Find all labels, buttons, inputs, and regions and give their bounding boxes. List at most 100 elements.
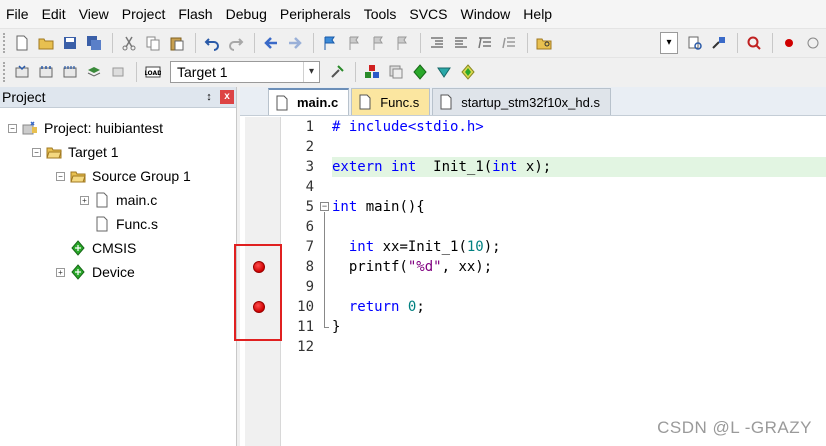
bookmark-clear-icon[interactable]: [391, 32, 413, 54]
toolbar-grip[interactable]: [3, 32, 7, 53]
code-editor[interactable]: 1 2 3 4 5 6 7 8 9 10 11 12 − # include<s…: [234, 117, 826, 446]
tab-label: startup_stm32f10x_hd.s: [461, 94, 600, 110]
collapse-icon[interactable]: −: [32, 147, 41, 157]
keyword: extern: [332, 159, 383, 175]
chevron-down-icon[interactable]: ▾: [303, 61, 319, 82]
rte-icon[interactable]: [457, 61, 479, 83]
tree-item-label: Project: huibiantest: [44, 120, 164, 136]
line-number: 9: [305, 279, 314, 295]
menu-peripherals[interactable]: Peripherals: [280, 6, 360, 22]
tree-item-device[interactable]: + Device: [0, 260, 236, 284]
target-options-icon[interactable]: [326, 61, 348, 83]
indent-icon[interactable]: [426, 32, 448, 54]
bookmark-icon[interactable]: [319, 32, 341, 54]
find-icon[interactable]: [684, 32, 706, 54]
file-extensions-icon[interactable]: [385, 61, 407, 83]
menu-project[interactable]: Project: [122, 6, 175, 22]
open-folder-button[interactable]: [35, 32, 57, 54]
panel-controls: ↕ x: [202, 90, 236, 104]
save-all-button[interactable]: [83, 32, 105, 54]
target-select[interactable]: Target 1 ▾: [170, 60, 320, 83]
keyword: return: [348, 299, 400, 315]
tree-item-target[interactable]: − Target 1: [0, 140, 236, 164]
comment-icon[interactable]: [474, 32, 496, 54]
pin-icon[interactable]: ↕: [202, 90, 216, 104]
download-load-icon[interactable]: LOAD: [142, 61, 164, 83]
nav-forward-icon[interactable]: [284, 32, 306, 54]
cut-button[interactable]: [118, 32, 140, 54]
tree-item-source-group[interactable]: − Source Group 1: [0, 164, 236, 188]
menu-window[interactable]: Window: [461, 6, 520, 22]
menu-view[interactable]: View: [79, 6, 118, 22]
tree-item-main-c[interactable]: + main.c: [0, 188, 236, 212]
tab-func-s[interactable]: Func.s: [351, 88, 431, 115]
insert-breakpoint-icon[interactable]: [778, 32, 800, 54]
toolbar-separator: [772, 32, 773, 53]
tree-item-cmsis[interactable]: CMSIS: [0, 236, 236, 260]
code-text: ;: [416, 299, 425, 315]
uncomment-icon[interactable]: [498, 32, 520, 54]
collapse-icon[interactable]: −: [56, 171, 65, 181]
code-line[interactable]: }: [332, 317, 826, 337]
code-line[interactable]: # include<stdio.h>: [332, 117, 826, 137]
close-panel-button[interactable]: x: [220, 90, 234, 104]
find-in-files-icon[interactable]: [533, 32, 555, 54]
panel-title: Project: [2, 89, 46, 105]
tree-item-func-s[interactable]: Func.s: [0, 212, 236, 236]
incremental-find-icon[interactable]: [708, 32, 730, 54]
pack-installer-icon[interactable]: [409, 61, 431, 83]
code-line[interactable]: int main(){: [332, 197, 826, 217]
manage-components-icon[interactable]: [361, 61, 383, 83]
menu-help[interactable]: Help: [523, 6, 561, 22]
breakpoint-icon[interactable]: [253, 301, 265, 313]
expand-icon[interactable]: +: [56, 267, 65, 277]
menu-flash[interactable]: Flash: [178, 6, 221, 22]
stop-build-icon[interactable]: [107, 61, 129, 83]
tree-item-label: CMSIS: [92, 240, 137, 256]
breakpoint-icon[interactable]: [253, 261, 265, 273]
redo-button[interactable]: [225, 32, 247, 54]
bookmark-next-icon[interactable]: [367, 32, 389, 54]
line-number: 3: [305, 159, 314, 175]
editor-tabs: main.c Func.s startup_stm32f10x_hd.s: [240, 87, 826, 116]
code-line[interactable]: return 0;: [332, 297, 826, 317]
menu-file[interactable]: File: [6, 6, 38, 22]
menu-edit[interactable]: Edit: [42, 6, 75, 22]
debug-search-icon[interactable]: [743, 32, 765, 54]
tab-main-c[interactable]: main.c: [268, 88, 350, 115]
batch-build-icon[interactable]: [83, 61, 105, 83]
undo-button[interactable]: [201, 32, 223, 54]
tree-item-label: main.c: [116, 192, 158, 208]
paste-button[interactable]: [166, 32, 188, 54]
file-toolbar: ▾: [0, 28, 826, 56]
code-text: );: [483, 239, 501, 255]
code-line[interactable]: printf("%d", xx);: [332, 257, 826, 277]
translate-icon[interactable]: [11, 61, 33, 83]
code-line[interactable]: int xx=Init_1(10);: [332, 237, 826, 257]
breakpoint-options-icon[interactable]: [802, 32, 824, 54]
menu-tools[interactable]: Tools: [364, 6, 406, 22]
toolbar-grip[interactable]: [3, 61, 7, 82]
copy-button[interactable]: [142, 32, 164, 54]
line-number: 10: [297, 299, 314, 315]
select-pack-icon[interactable]: [433, 61, 455, 83]
fold-guide-end: [324, 327, 329, 328]
find-dropdown[interactable]: ▾: [660, 31, 678, 54]
build-icon[interactable]: [35, 61, 57, 83]
expand-icon[interactable]: +: [80, 195, 89, 205]
tab-startup[interactable]: startup_stm32f10x_hd.s: [432, 88, 611, 115]
unindent-icon[interactable]: [450, 32, 472, 54]
menu-svcs[interactable]: SVCS: [409, 6, 456, 22]
new-file-button[interactable]: [11, 32, 33, 54]
fold-collapse-icon[interactable]: −: [320, 202, 329, 211]
save-button[interactable]: [59, 32, 81, 54]
menu-debug[interactable]: Debug: [226, 6, 276, 22]
tab-label: main.c: [297, 95, 339, 110]
code-text: printf(: [348, 259, 408, 275]
code-line-highlighted[interactable]: extern int Init_1(int x);: [332, 157, 826, 177]
nav-back-icon[interactable]: [260, 32, 282, 54]
tree-item-project[interactable]: − Project: huibiantest: [0, 116, 236, 140]
rebuild-icon[interactable]: [59, 61, 81, 83]
collapse-icon[interactable]: −: [8, 123, 17, 133]
bookmark-prev-icon[interactable]: [343, 32, 365, 54]
